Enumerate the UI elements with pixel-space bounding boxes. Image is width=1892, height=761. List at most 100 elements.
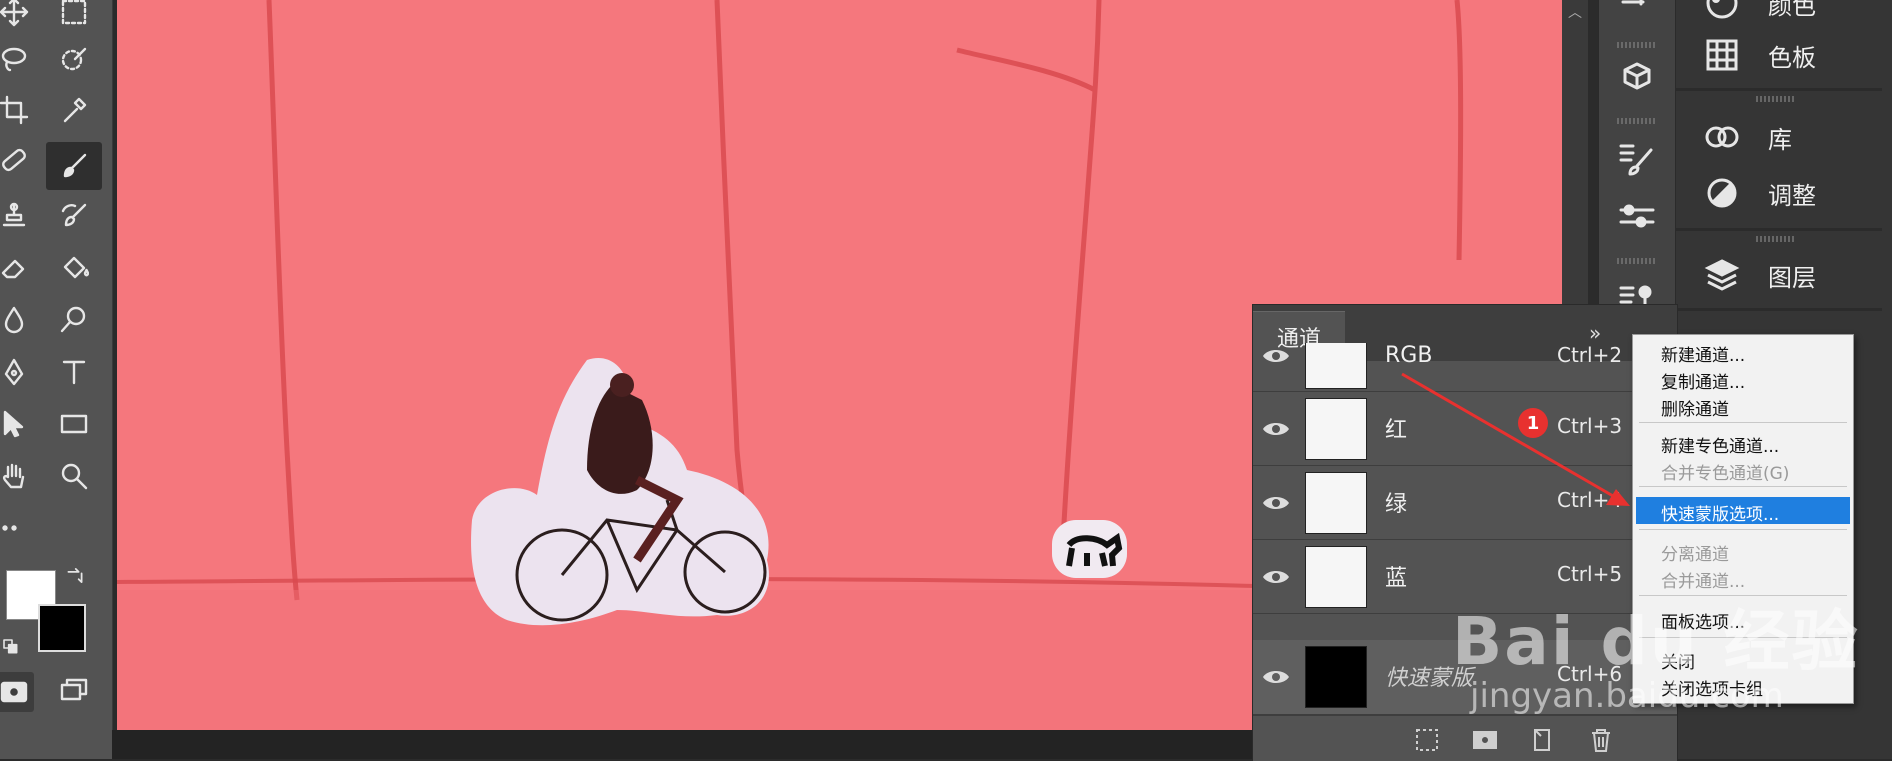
channel-thumbnail [1305, 546, 1367, 608]
menu-item-quick-mask-options[interactable]: 快速蒙版选项... [1636, 497, 1850, 525]
channel-thumbnail [1305, 398, 1367, 460]
panel-item-layers[interactable]: 图层 [1676, 250, 1882, 300]
channel-thumbnail [1305, 343, 1367, 389]
visibility-eye-icon[interactable] [1261, 562, 1291, 592]
channel-name: 绿 [1385, 492, 1408, 517]
channel-name: RGB [1385, 343, 1433, 368]
visibility-eye-icon[interactable] [1261, 488, 1291, 518]
load-selection-icon[interactable] [1413, 726, 1441, 754]
blur-tool-icon[interactable] [0, 302, 32, 338]
crop-tool-icon[interactable] [0, 92, 32, 128]
panel-item-adjustments[interactable]: 调整 [1676, 168, 1882, 218]
zoom-tool-icon[interactable] [56, 458, 92, 494]
new-channel-icon[interactable] [1529, 726, 1557, 754]
channel-name: 蓝 [1385, 566, 1408, 591]
pen-tool-icon[interactable] [0, 354, 32, 390]
menu-item-label: 快速蒙版选项... [1661, 505, 1780, 525]
menu-separator [1639, 529, 1847, 530]
menu-item-label: 复制通道... [1661, 373, 1746, 393]
more-tools-icon[interactable] [0, 510, 32, 546]
cc-libraries-icon [1700, 115, 1744, 159]
dodge-tool-icon[interactable] [56, 302, 92, 338]
menu-item-label: 删除通道 [1661, 400, 1729, 420]
type-tool-icon[interactable] [56, 354, 92, 390]
channel-shortcut: Ctrl+5 [1557, 562, 1623, 586]
swatches-grid-icon [1700, 33, 1744, 77]
color-palette-icon [1700, 0, 1744, 25]
menu-item-label: 合并专色通道(G) [1661, 464, 1790, 484]
healing-brush-tool-icon[interactable] [0, 142, 32, 178]
expand-panel-icon[interactable]: » [1589, 321, 1601, 345]
path-selection-tool-icon[interactable] [0, 406, 32, 442]
brush-settings-icon[interactable] [1617, 140, 1657, 180]
quick-mask-mode-icon[interactable] [0, 672, 34, 712]
menu-item-merge-spot-channel: 合并专色通道(G) [1633, 456, 1853, 484]
channel-shortcut: Ctrl+3 [1557, 414, 1623, 438]
menu-item-new-spot-channel[interactable]: 新建专色通道... [1633, 429, 1853, 457]
channel-thumbnail [1305, 646, 1367, 708]
channel-name: 红 [1385, 418, 1408, 443]
panel-grip[interactable] [1617, 118, 1657, 124]
panel-item-libraries[interactable]: 库 [1676, 112, 1882, 162]
rectangle-tool-icon[interactable] [56, 406, 92, 442]
brush-tool-icon[interactable] [46, 142, 102, 190]
scroll-up-icon[interactable]: ︿ [1568, 2, 1582, 22]
panel-grip[interactable] [1756, 236, 1796, 242]
annotation-step-badge: 1 [1518, 408, 1548, 438]
visibility-eye-icon[interactable] [1261, 414, 1291, 444]
move-tool-icon[interactable] [0, 0, 32, 30]
watermark-url: jingyan.baidu.com [1470, 676, 1784, 716]
eyedropper-tool-icon[interactable] [56, 92, 92, 128]
quick-selection-tool-icon[interactable] [56, 42, 92, 78]
3d-icon[interactable] [1617, 58, 1657, 98]
default-colors-icon[interactable] [0, 636, 24, 660]
lasso-tool-icon[interactable] [0, 42, 32, 78]
menu-item-merge-channels: 合并通道... [1633, 564, 1853, 592]
screen-mode-icon[interactable] [56, 672, 92, 708]
properties-icon[interactable] [1617, 0, 1657, 28]
panel-grip[interactable] [1617, 258, 1657, 264]
marquee-tool-icon[interactable] [56, 0, 92, 30]
visibility-eye-icon[interactable] [1261, 343, 1291, 371]
panel-item-label: 图层 [1768, 263, 1816, 292]
menu-item-new-channel[interactable]: 新建通道... [1633, 338, 1853, 366]
panel-item-label: 色板 [1768, 43, 1816, 72]
menu-separator [1639, 486, 1847, 487]
panel-grip[interactable] [1617, 42, 1657, 48]
eraser-tool-icon[interactable] [0, 250, 32, 286]
delete-channel-icon[interactable] [1587, 726, 1615, 754]
panel-item-color[interactable]: 颜色 [1676, 0, 1882, 28]
layers-icon [1700, 253, 1744, 297]
panel-grip[interactable] [1756, 96, 1796, 102]
channel-row-rgb[interactable]: RGB Ctrl+2 [1253, 343, 1677, 392]
channel-row-green[interactable]: 绿 Ctrl+4 [1253, 466, 1677, 540]
channel-row-red[interactable]: 红 Ctrl+3 [1253, 392, 1677, 466]
menu-item-label: 新建通道... [1661, 346, 1746, 366]
menu-item-delete-channel[interactable]: 删除通道 [1633, 392, 1853, 420]
swap-colors-icon[interactable] [60, 562, 90, 592]
panel-item-label: 库 [1768, 125, 1792, 154]
menu-item-label: 分离通道 [1661, 545, 1729, 565]
menu-item-split-channels: 分离通道 [1633, 537, 1853, 565]
watermark-logo: Bai du 经验 [1452, 603, 1860, 680]
visibility-eye-icon[interactable] [1261, 662, 1291, 692]
save-selection-mask-icon[interactable] [1471, 726, 1499, 754]
panel-item-swatches[interactable]: 色板 [1676, 30, 1882, 80]
tool-presets-icon[interactable] [1617, 196, 1657, 236]
channel-shortcut: Ctrl+2 [1557, 343, 1623, 367]
menu-separator [1639, 422, 1847, 423]
tools-panel [0, 0, 113, 759]
hand-tool-icon[interactable] [0, 458, 32, 494]
panel-item-label: 调整 [1768, 181, 1816, 210]
history-brush-tool-icon[interactable] [56, 198, 92, 234]
background-color-swatch[interactable] [38, 604, 86, 652]
clone-stamp-tool-icon[interactable] [0, 198, 32, 234]
panel-item-label: 颜色 [1768, 0, 1816, 20]
paint-bucket-tool-icon[interactable] [56, 250, 92, 286]
menu-item-label: 新建专色通道... [1661, 437, 1780, 457]
channel-shortcut: Ctrl+4 [1557, 488, 1623, 512]
panel-divider [1676, 228, 1882, 231]
adjustments-icon [1700, 171, 1744, 215]
channels-panel-footer [1253, 715, 1677, 761]
menu-item-duplicate-channel[interactable]: 复制通道... [1633, 365, 1853, 393]
